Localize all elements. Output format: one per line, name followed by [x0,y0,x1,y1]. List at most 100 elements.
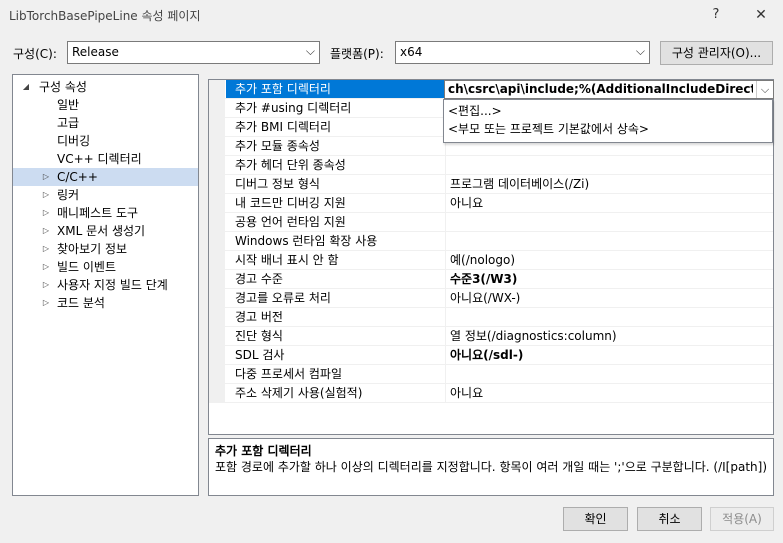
platform-label: 플랫폼(P): [330,47,384,61]
row-gutter [209,270,225,288]
property-row[interactable]: 추가 헤더 단위 종속성 [209,156,773,175]
property-value[interactable] [445,365,772,383]
tree-item[interactable]: ▷ 코드 분석 [13,294,198,312]
dropdown-option[interactable]: <부모 또는 프로젝트 기본값에서 상속> [448,120,649,138]
property-value[interactable] [445,213,772,231]
property-name[interactable]: 경고를 오류로 처리 [226,289,453,307]
property-name[interactable]: 추가 포함 디렉터리 [226,80,453,98]
collapsed-arrow-icon[interactable]: ▷ [41,240,51,258]
tree-item-label: 코드 분석 [57,296,105,310]
collapsed-arrow-icon[interactable]: ▷ [41,168,51,186]
property-value[interactable]: 프로그램 데이터베이스(/Zi) [445,175,772,193]
property-row[interactable]: 디버그 정보 형식 프로그램 데이터베이스(/Zi) [209,175,773,194]
property-name[interactable]: 추가 헤더 단위 종속성 [226,156,453,174]
close-button[interactable]: ✕ [746,4,776,26]
tree-item-label: VC++ 디렉터리 [57,152,142,166]
property-row[interactable]: 경고 수준 수준3(/W3) [209,270,773,289]
chevron-down-icon[interactable]: ⌵ [756,81,773,98]
property-value[interactable] [445,308,772,326]
property-name[interactable]: 내 코드만 디버깅 지원 [226,194,453,212]
expanded-arrow-icon[interactable]: ◢ [21,78,31,96]
property-row[interactable]: 공용 언어 런타임 지원 [209,213,773,232]
property-row[interactable]: 경고를 오류로 처리 아니요(/WX-) [209,289,773,308]
tree-item-label: 빌드 이벤트 [57,260,117,274]
property-row[interactable]: 진단 형식 열 정보(/diagnostics:column) [209,327,773,346]
tree-item[interactable]: 디버깅 [13,132,198,150]
property-row[interactable]: 경고 버전 [209,308,773,327]
property-value[interactable]: 아니요(/sdl-) [445,346,772,364]
tree-item[interactable]: VC++ 디렉터리 [13,150,198,168]
config-select[interactable]: Release ⌵ [67,41,320,64]
tree-item-label: 링커 [57,188,80,202]
property-name[interactable]: 추가 모듈 종속성 [226,137,453,155]
property-row[interactable]: 다중 프로세서 컴파일 [209,365,773,384]
ok-button[interactable]: 확인 [563,507,628,531]
tree-root[interactable]: ◢ 구성 속성 [13,78,198,96]
property-name[interactable]: 추가 #using 디렉터리 [226,99,453,117]
property-value[interactable]: 예(/nologo) [445,251,772,269]
collapsed-arrow-icon[interactable]: ▷ [41,294,51,312]
property-name[interactable]: 시작 배너 표시 안 함 [226,251,453,269]
tree-item[interactable]: ▷ C/C++ [13,168,198,186]
tree-item-label: 일반 [57,98,80,112]
property-name[interactable]: 추가 BMI 디렉터리 [226,118,453,136]
config-label: 구성(C): [13,47,57,61]
tree-item[interactable]: 일반 [13,96,198,114]
dropdown-option[interactable]: <편집...> [448,102,502,120]
property-name[interactable]: 경고 버전 [226,308,453,326]
property-value[interactable]: 수준3(/W3) [445,270,772,288]
property-value[interactable]: 열 정보(/diagnostics:column) [445,327,772,345]
property-value[interactable]: 아니요 [445,194,772,212]
property-row[interactable]: Windows 런타임 확장 사용 [209,232,773,251]
property-value[interactable] [445,232,772,250]
property-name[interactable]: 진단 형식 [226,327,453,345]
property-row[interactable]: 주소 삭제기 사용(실험적) 아니요 [209,384,773,403]
tree-item-label: 매니페스트 도구 [57,206,139,220]
property-row[interactable]: 시작 배너 표시 안 함 예(/nologo) [209,251,773,270]
property-name[interactable]: 주소 삭제기 사용(실험적) [226,384,453,402]
row-gutter [209,365,225,383]
property-row[interactable]: SDL 검사 아니요(/sdl-) [209,346,773,365]
property-name[interactable]: SDL 검사 [226,346,453,364]
property-name[interactable]: 경고 수준 [226,270,453,288]
tree-item[interactable]: ▷ 빌드 이벤트 [13,258,198,276]
tree-item[interactable]: ▷ 링커 [13,186,198,204]
property-row[interactable]: 내 코드만 디버깅 지원 아니요 [209,194,773,213]
property-dropdown-list[interactable]: <편집...> <부모 또는 프로젝트 기본값에서 상속> [443,99,773,143]
property-name[interactable]: Windows 런타임 확장 사용 [226,232,453,250]
collapsed-arrow-icon[interactable]: ▷ [41,222,51,240]
property-name[interactable]: 공용 언어 런타임 지원 [226,213,453,231]
row-gutter [209,232,225,250]
collapsed-arrow-icon[interactable]: ▷ [41,186,51,204]
property-edit-value[interactable]: ch\csrc\api\include;%(AdditionalIncludeD… [448,82,753,96]
property-name[interactable]: 다중 프로세서 컴파일 [226,365,453,383]
collapsed-arrow-icon[interactable]: ▷ [41,258,51,276]
property-value[interactable] [445,156,772,174]
tree-item[interactable]: ▷ 매니페스트 도구 [13,204,198,222]
apply-button[interactable]: 적용(A) [710,507,774,531]
property-value[interactable]: 아니요(/WX-) [445,289,772,307]
property-name[interactable]: 디버그 정보 형식 [226,175,453,193]
tree-item[interactable]: ▷ 찾아보기 정보 [13,240,198,258]
tree-item-label: 디버깅 [57,134,91,148]
config-value: Release [72,45,119,59]
property-edit-combo[interactable]: ch\csrc\api\include;%(AdditionalIncludeD… [444,80,774,99]
platform-select[interactable]: x64 ⌵ [395,41,650,64]
window-title: LibTorchBasePipeLine 속성 페이지 [9,9,201,23]
help-button[interactable]: ? [701,4,731,26]
tree-item[interactable]: ▷ 사용자 지정 빌드 단계 [13,276,198,294]
collapsed-arrow-icon[interactable]: ▷ [41,276,51,294]
tree-item-label: 찾아보기 정보 [57,242,128,256]
category-tree[interactable]: ◢ 구성 속성 일반 고급 디버깅 VC++ 디렉터리 ▷ C/C++ ▷ 링커 ▷ 매니페스트 … [12,74,199,496]
property-value[interactable]: 아니요 [445,384,772,402]
tree-root-label: 구성 속성 [39,80,87,94]
tree-item-label: 고급 [57,116,80,130]
config-manager-button[interactable]: 구성 관리자(O)... [660,41,773,65]
description-panel: 추가 포함 디렉터리 포함 경로에 추가할 하나 이상의 디렉터리를 지정합니다… [208,438,774,496]
collapsed-arrow-icon[interactable]: ▷ [41,204,51,222]
cancel-button[interactable]: 취소 [637,507,702,531]
row-gutter [209,213,225,231]
row-gutter [209,118,225,136]
tree-item[interactable]: ▷ XML 문서 생성기 [13,222,198,240]
tree-item[interactable]: 고급 [13,114,198,132]
